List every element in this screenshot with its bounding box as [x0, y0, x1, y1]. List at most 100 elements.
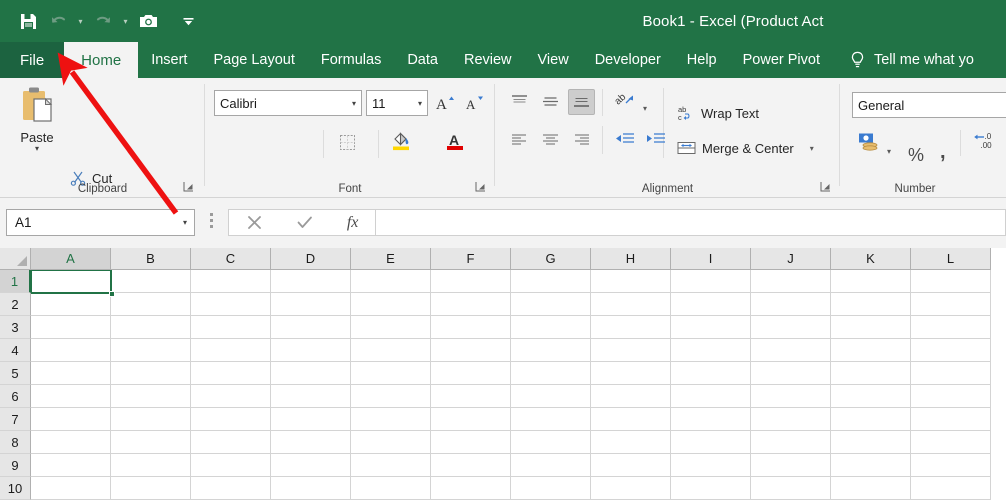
cell-K1[interactable] [831, 270, 911, 293]
accounting-format-button[interactable] [854, 130, 882, 152]
cell-D6[interactable] [271, 385, 351, 408]
row-header-6[interactable]: 6 [0, 385, 31, 408]
tab-help[interactable]: Help [674, 42, 730, 78]
cell-L3[interactable] [911, 316, 991, 339]
cell-C8[interactable] [191, 431, 271, 454]
cell-H10[interactable] [591, 477, 671, 500]
column-header-K[interactable]: K [831, 248, 911, 269]
cell-E9[interactable] [351, 454, 431, 477]
undo-icon[interactable] [44, 7, 72, 35]
cell-E3[interactable] [351, 316, 431, 339]
align-top-button[interactable] [506, 90, 533, 114]
screenshot-icon[interactable] [134, 7, 162, 35]
column-header-E[interactable]: E [351, 248, 431, 269]
cell-C1[interactable] [191, 270, 271, 293]
cell-D9[interactable] [271, 454, 351, 477]
column-header-C[interactable]: C [191, 248, 271, 269]
name-box[interactable]: A1 ▾ [6, 209, 195, 236]
tab-page-layout[interactable]: Page Layout [200, 42, 307, 78]
cell-F7[interactable] [431, 408, 511, 431]
cell-I10[interactable] [671, 477, 751, 500]
cell-A9[interactable] [31, 454, 111, 477]
column-header-A[interactable]: A [31, 248, 111, 269]
percent-style-button[interactable]: % [908, 145, 924, 166]
save-icon[interactable] [14, 7, 42, 35]
align-middle-button[interactable] [537, 90, 564, 114]
align-right-button[interactable] [568, 128, 595, 152]
column-header-F[interactable]: F [431, 248, 511, 269]
cell-B8[interactable] [111, 431, 191, 454]
enter-icon[interactable] [296, 214, 314, 231]
cell-I1[interactable] [671, 270, 751, 293]
cell-J4[interactable] [751, 339, 831, 362]
merge-center-button[interactable]: Merge & Center ▾ [677, 140, 814, 157]
cell-G1[interactable] [511, 270, 591, 293]
cell-H8[interactable] [591, 431, 671, 454]
cell-J9[interactable] [751, 454, 831, 477]
cell-C3[interactable] [191, 316, 271, 339]
cell-D8[interactable] [271, 431, 351, 454]
cell-H7[interactable] [591, 408, 671, 431]
cell-H6[interactable] [591, 385, 671, 408]
cell-G4[interactable] [511, 339, 591, 362]
orientation-dropdown-icon[interactable]: ▾ [643, 104, 647, 113]
cells-area[interactable] [31, 270, 1006, 500]
cell-F6[interactable] [431, 385, 511, 408]
cell-E1[interactable] [351, 270, 431, 293]
cell-L9[interactable] [911, 454, 991, 477]
fill-color-button[interactable] [389, 130, 413, 152]
cell-L10[interactable] [911, 477, 991, 500]
cell-E2[interactable] [351, 293, 431, 316]
cell-L8[interactable] [911, 431, 991, 454]
align-left-button[interactable] [506, 128, 533, 152]
tab-insert[interactable]: Insert [138, 42, 200, 78]
cell-H9[interactable] [591, 454, 671, 477]
cell-E7[interactable] [351, 408, 431, 431]
merge-center-dropdown-icon[interactable]: ▾ [810, 144, 814, 153]
cell-J3[interactable] [751, 316, 831, 339]
cell-L1[interactable] [911, 270, 991, 293]
insert-function-icon[interactable]: fx [347, 214, 359, 232]
cell-D4[interactable] [271, 339, 351, 362]
column-header-J[interactable]: J [751, 248, 831, 269]
cell-B9[interactable] [111, 454, 191, 477]
cell-K5[interactable] [831, 362, 911, 385]
borders-button[interactable] [335, 131, 359, 153]
column-header-H[interactable]: H [591, 248, 671, 269]
cell-B10[interactable] [111, 477, 191, 500]
cell-F8[interactable] [431, 431, 511, 454]
cell-C7[interactable] [191, 408, 271, 431]
row-header-9[interactable]: 9 [0, 454, 31, 477]
formula-input[interactable] [376, 209, 1006, 236]
cell-D1[interactable] [271, 270, 351, 293]
cell-E5[interactable] [351, 362, 431, 385]
align-bottom-button[interactable] [568, 89, 595, 115]
tab-formulas[interactable]: Formulas [308, 42, 394, 78]
cell-F1[interactable] [431, 270, 511, 293]
cell-J6[interactable] [751, 385, 831, 408]
alignment-dialog-launcher[interactable] [820, 181, 832, 193]
cell-G8[interactable] [511, 431, 591, 454]
redo-icon[interactable] [89, 7, 117, 35]
cell-J2[interactable] [751, 293, 831, 316]
cell-C4[interactable] [191, 339, 271, 362]
tab-data[interactable]: Data [394, 42, 451, 78]
cell-G2[interactable] [511, 293, 591, 316]
select-all-corner[interactable] [0, 248, 31, 270]
cell-C5[interactable] [191, 362, 271, 385]
cell-G3[interactable] [511, 316, 591, 339]
cell-F9[interactable] [431, 454, 511, 477]
row-header-10[interactable]: 10 [0, 477, 31, 500]
cell-B6[interactable] [111, 385, 191, 408]
cell-A6[interactable] [31, 385, 111, 408]
decrease-decimal-button[interactable]: .0 .00 [970, 130, 998, 152]
cell-C9[interactable] [191, 454, 271, 477]
row-header-1[interactable]: 1 [0, 270, 31, 293]
cell-A4[interactable] [31, 339, 111, 362]
decrease-indent-button[interactable] [611, 128, 638, 150]
orientation-button[interactable]: ab [611, 89, 638, 111]
cell-B4[interactable] [111, 339, 191, 362]
cell-A8[interactable] [31, 431, 111, 454]
paste-button[interactable]: Paste ▾ [8, 86, 66, 153]
comma-style-button[interactable]: , [940, 141, 946, 164]
